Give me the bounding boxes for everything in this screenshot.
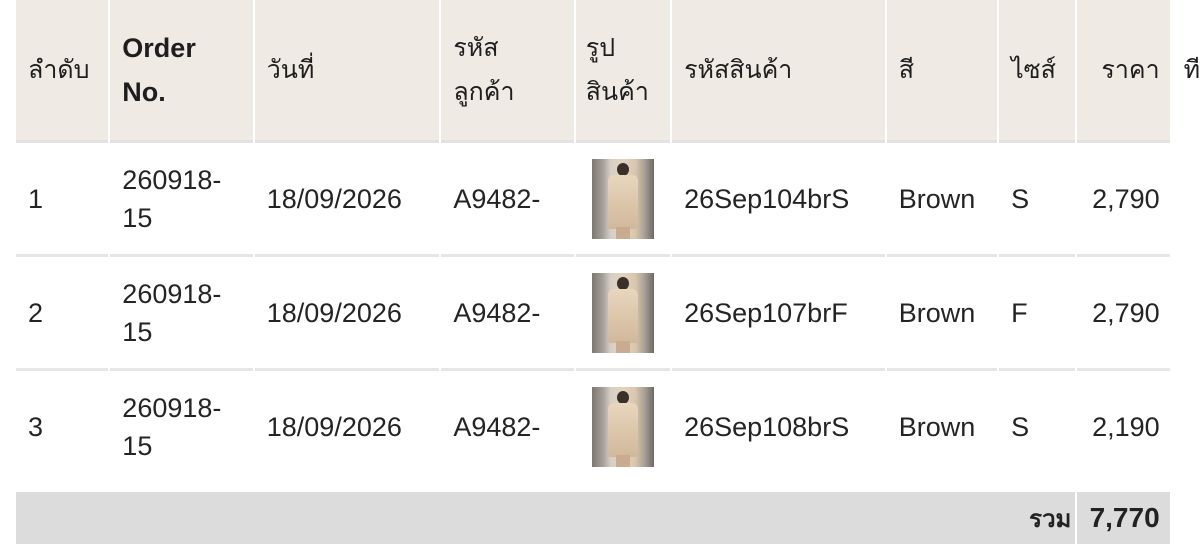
table-row: 2 260918-15 18/09/2026 A9482- 26Sep107br… — [16, 254, 1200, 368]
cell-price: 2,190 — [1077, 368, 1170, 482]
product-thumbnail[interactable] — [591, 158, 654, 239]
header-product-image: รูป สินค้า — [575, 0, 671, 140]
header-customer-code: รหัส ลูกค้า — [441, 0, 574, 140]
header-order-no-label: Order No. — [122, 33, 196, 107]
table-row: 3 260918-15 18/09/2026 A9482- 26Sep108br… — [16, 368, 1200, 482]
cell-no: 1 — [16, 140, 109, 254]
product-thumbnail[interactable] — [591, 386, 654, 467]
cell-order-no-text: 260918-15 — [122, 164, 222, 233]
cell-color: Brown — [886, 368, 998, 482]
total-row: รวม 7,770 — [16, 482, 1200, 544]
cell-order-no: 260918-15 — [110, 368, 253, 482]
cell-order-no-text: 260918-15 — [122, 278, 222, 347]
cell-no: 3 — [16, 368, 109, 482]
cell-extra — [1172, 140, 1200, 254]
header-no: ลำดับ — [16, 0, 109, 140]
cell-order-no: 260918-15 — [110, 254, 253, 368]
header-size: ไซส์ — [999, 0, 1076, 140]
table-body: 1 260918-15 18/09/2026 A9482- 26Sep104br… — [16, 140, 1200, 482]
cell-date: 18/09/2026 — [254, 368, 440, 482]
orders-table: ลำดับ Order No. วันที่ รหัส ลูกค้า รูป ส… — [14, 0, 1200, 544]
header-customer-code-label: รหัส ลูกค้า — [453, 33, 515, 106]
header-row: ลำดับ Order No. วันที่ รหัส ลูกค้า รูป ส… — [16, 0, 1200, 140]
total-value: 7,770 — [1077, 482, 1170, 544]
header-color: สี — [886, 0, 998, 140]
cell-price: 2,790 — [1077, 140, 1170, 254]
order-table-view: ลำดับ Order No. วันที่ รหัส ลูกค้า รูป ส… — [0, 0, 1200, 547]
cell-product-image[interactable] — [575, 368, 671, 482]
cell-date: 18/09/2026 — [254, 254, 440, 368]
cell-order-no-text: 260918-15 — [122, 392, 222, 461]
cell-size: S — [999, 140, 1076, 254]
cell-color: Brown — [886, 140, 998, 254]
header-price: ราคา — [1077, 0, 1170, 140]
cell-size: F — [999, 254, 1076, 368]
product-thumbnail[interactable] — [591, 272, 654, 353]
cell-extra — [1172, 254, 1200, 368]
cell-order-no: 260918-15 — [110, 140, 253, 254]
header-date: วันที่ — [254, 0, 440, 140]
cell-color: Brown — [886, 254, 998, 368]
cell-product-image[interactable] — [575, 254, 671, 368]
header-product-image-label: รูป สินค้า — [585, 33, 649, 106]
cell-customer-code: A9482- — [441, 368, 574, 482]
cell-customer-code: A9482- — [441, 140, 574, 254]
table-footer: รวม 7,770 — [16, 482, 1200, 544]
cell-product-code: 26Sep104brS — [672, 140, 885, 254]
total-label: รวม — [16, 482, 1076, 544]
header-order-no: Order No. — [110, 0, 253, 140]
cell-price: 2,790 — [1077, 254, 1170, 368]
cell-product-image[interactable] — [575, 140, 671, 254]
cell-product-code: 26Sep108brS — [672, 368, 885, 482]
cell-customer-code: A9482- — [441, 254, 574, 368]
cell-size: S — [999, 368, 1076, 482]
cell-extra — [1172, 368, 1200, 482]
cell-product-code: 26Sep107brF — [672, 254, 885, 368]
cell-no: 2 — [16, 254, 109, 368]
table-row: 1 260918-15 18/09/2026 A9482- 26Sep104br… — [16, 140, 1200, 254]
cell-date: 18/09/2026 — [254, 140, 440, 254]
header-product-code: รหัสสินค้า — [672, 0, 885, 140]
header-extra: ที — [1171, 0, 1200, 140]
total-extra — [1171, 482, 1200, 544]
table-header: ลำดับ Order No. วันที่ รหัส ลูกค้า รูป ส… — [16, 0, 1200, 140]
